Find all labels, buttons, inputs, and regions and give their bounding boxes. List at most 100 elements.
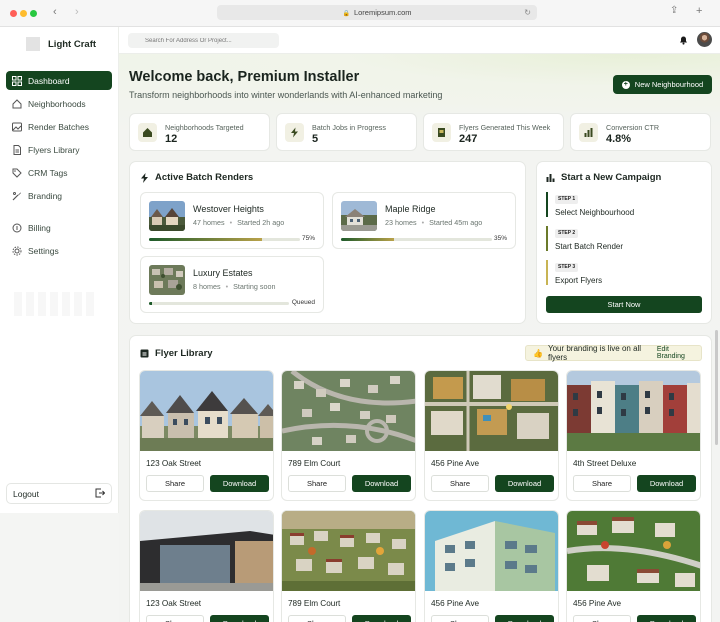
sidebar-item-label: Neighborhoods [28,98,86,109]
step-label: Start Batch Render [555,241,624,251]
flyer-image [567,511,700,591]
sidebar-item-label: Branding [28,190,63,201]
share-button[interactable]: Share [573,475,631,492]
download-button[interactable]: Download [210,615,269,622]
step-label: Select Neighbourhood [555,207,635,217]
batch-status: Started 2h ago [237,218,285,227]
house-icon [138,123,157,142]
download-button[interactable]: Download [352,615,411,622]
download-button[interactable]: Download [210,475,269,492]
lightning-icon [141,172,148,183]
reload-icon[interactable]: ↻ [524,5,531,20]
campaign-title: Start a New Campaign [546,172,661,183]
sidebar-item-flyers-library[interactable]: Flyers Library [6,140,112,159]
download-button[interactable]: Download [637,475,696,492]
batch-meta: 47 homes • Started 2h ago [193,218,284,227]
meta-separator: • [225,282,229,291]
sidebar-item-label: Render Batches [28,121,89,132]
flyer-name: 123 Oak Street [146,459,202,468]
gear-icon [12,246,22,256]
back-arrow-icon[interactable]: ‹ [53,6,57,18]
stat-value: 247 [459,133,478,145]
sidebar-item-billing[interactable]: Billing [6,218,112,237]
minimize-window-dot[interactable] [20,10,27,17]
sidebar-item-label: Settings [28,245,59,256]
sidebar-item-branding[interactable]: Branding [6,186,112,205]
progress-fill [149,302,152,305]
sidebar-item-neighborhoods[interactable]: Neighborhoods [6,94,112,113]
flyer-card: 456 Pine Ave Share Download [424,370,559,501]
campaign-step-2[interactable]: STEP 2 Start Batch Render [546,226,706,251]
flyer-card: 123 Oak Street Share Download [139,510,274,622]
batch-card-luxury-estates[interactable]: Luxury Estates 8 homes • Starting soon Que… [140,256,324,313]
share-button[interactable]: Share [146,615,204,622]
share-button[interactable]: Share [146,475,204,492]
flyer-image [567,371,700,451]
download-button[interactable]: Download [352,475,411,492]
meta-separator: • [229,218,233,227]
campaign-step-1[interactable]: STEP 1 Select Neighbourhood [546,192,706,217]
start-now-button[interactable]: Start Now [546,296,702,313]
sidebar-item-label: Flyers Library [28,144,80,155]
batch-card-maple-ridge[interactable]: Maple Ridge 23 homes • Started 45m ago 35% [332,192,516,249]
sidebar-item-dashboard[interactable]: Dashboard [6,71,112,90]
stat-label: Flyers Generated This Week [459,123,551,132]
new-neighbourhood-label: New Neighbourhood [634,80,704,89]
flyer-image [282,371,415,451]
new-tab-icon[interactable]: + [696,5,702,17]
share-button[interactable]: Share [288,475,346,492]
share-button[interactable]: Share [431,475,489,492]
flyer-library-title: Flyer Library [140,348,213,359]
share-icon[interactable]: ⇪ [670,5,678,16]
maximize-window-dot[interactable] [30,10,37,17]
address-bar[interactable]: 🔒 Loremipsum.com ↻ [217,5,537,20]
download-button[interactable]: Download [637,615,696,622]
user-avatar[interactable] [697,32,712,47]
step-badge: STEP 2 [555,228,579,238]
sidebar: Light Craft Dashboard Neighborhoods Rend… [0,27,119,513]
share-button[interactable]: Share [431,615,489,622]
lock-icon: 🔒 [342,11,350,17]
share-button[interactable]: Share [573,615,631,622]
share-button[interactable]: Share [288,615,346,622]
batch-thumbnail [149,201,185,231]
stat-label: Conversion CTR [606,123,660,132]
edit-branding-link[interactable]: Edit Branding [657,346,695,360]
search-input[interactable] [128,33,279,48]
url-text: Loremipsum.com [353,8,412,17]
thumbs-up-icon: 👍 [533,348,543,358]
stat-card-batch-jobs: Batch Jobs in Progress 5 [276,113,417,151]
flyer-card: 789 Elm Court Share Download [281,370,416,501]
stat-card-flyers: Flyers Generated This Week 247 [423,113,564,151]
sidebar-item-render-batches[interactable]: Render Batches [6,117,112,136]
step-badge: STEP 3 [555,262,579,272]
page-subtitle: Transform neighborhoods into winter wond… [129,90,443,100]
scrollbar[interactable] [715,330,718,445]
download-button[interactable]: Download [495,475,554,492]
logout-button[interactable]: Logout [6,483,112,504]
stat-value: 12 [165,133,178,145]
sidebar-item-settings[interactable]: Settings [6,241,112,260]
faded-decoration [14,292,98,316]
chart-icon [579,123,598,142]
flyer-image [140,511,273,591]
brand-name: Light Craft [48,39,97,50]
active-batch-title-text: Active Batch Renders [155,172,254,183]
palette-icon [12,191,22,201]
sidebar-item-crm-tags[interactable]: CRM Tags [6,163,112,182]
new-neighbourhood-button[interactable]: + New Neighbourhood [613,75,712,94]
close-window-dot[interactable] [10,10,17,17]
campaign-step-3[interactable]: STEP 3 Export Flyers [546,260,706,285]
flyer-name: 456 Pine Ave [573,599,622,608]
meta-separator: • [421,218,425,227]
notification-bell-icon[interactable] [679,35,688,45]
bar-chart-icon [546,174,555,182]
flyer-name: 789 Elm Court [288,459,341,468]
home-icon [12,98,22,109]
batch-card-westover[interactable]: Westover Heights 47 homes • Started 2h ago… [140,192,324,249]
flyer-card: 789 Elm Court Share Download [281,510,416,622]
forward-arrow-icon[interactable]: › [75,6,79,18]
progress-label: 75% [301,235,315,242]
step-label: Export Flyers [555,275,603,285]
download-button[interactable]: Download [495,615,554,622]
